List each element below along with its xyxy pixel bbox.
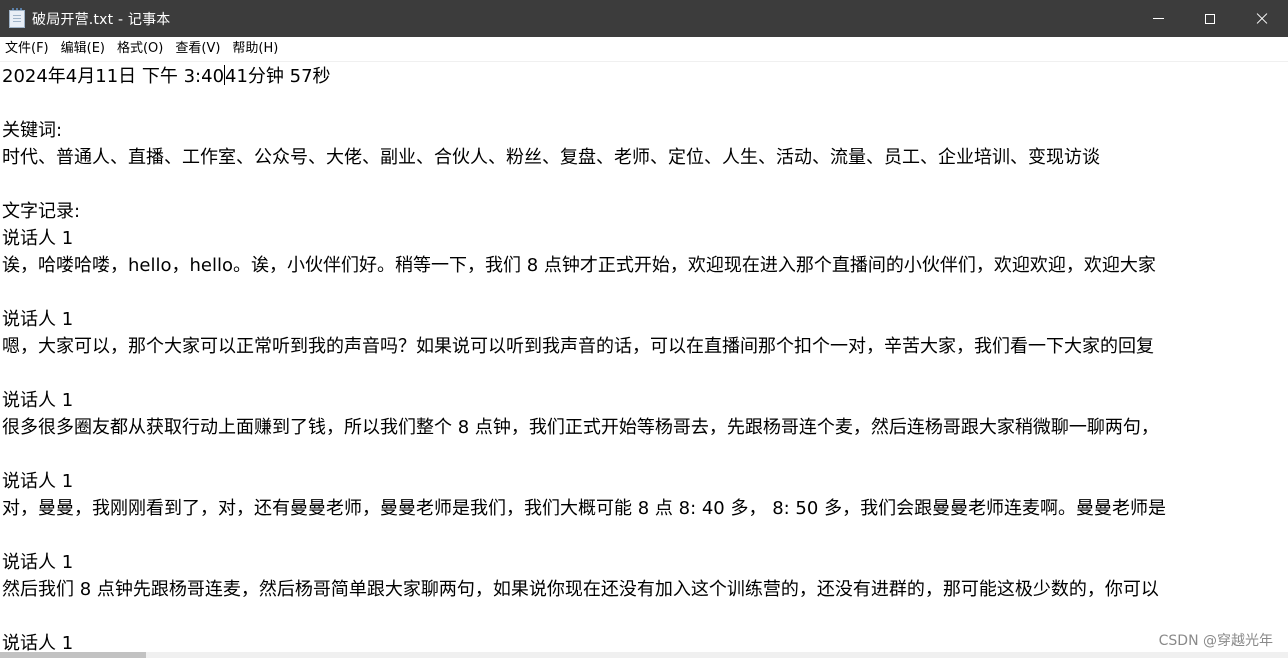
- close-icon: [1256, 13, 1268, 25]
- notepad-icon: [9, 7, 25, 28]
- menu-edit[interactable]: 编辑(E): [55, 37, 111, 61]
- horizontal-scrollbar[interactable]: [0, 652, 1288, 658]
- keywords-label: 关键词:: [2, 120, 63, 141]
- menu-view[interactable]: 查看(V): [169, 37, 226, 61]
- close-button[interactable]: [1236, 0, 1288, 37]
- window-title: 破局开营.txt - 记事本: [32, 11, 171, 28]
- duration-text: 41分钟 57秒: [225, 66, 331, 87]
- menu-file[interactable]: 文件(F): [0, 37, 55, 61]
- menu-bar: 文件(F) 编辑(E) 格式(O) 查看(V) 帮助(H): [0, 37, 1288, 62]
- keywords-list: 时代、普通人、直播、工作室、公众号、大佬、副业、合伙人、粉丝、复盘、老师、定位、…: [2, 147, 1100, 168]
- title-bar[interactable]: 破局开营.txt - 记事本: [0, 0, 1288, 37]
- speaker-label: 说话人 1: [2, 471, 74, 492]
- watermark: CSDN @穿越光年: [1158, 633, 1273, 649]
- menu-format[interactable]: 格式(O): [111, 37, 169, 61]
- speaker-label: 说话人 1: [2, 309, 74, 330]
- maximize-icon: [1205, 13, 1215, 24]
- text-editor[interactable]: 2024年4月11日 下午 3:4041分钟 57秒 关键词: 时代、普通人、直…: [0, 62, 1288, 652]
- transcript-text: 诶，哈喽哈喽，hello，hello。诶，小伙伴们好。稍等一下，我们 8 点钟才…: [2, 255, 1156, 276]
- speaker-label: 说话人 1: [2, 633, 74, 652]
- transcript-text: 很多很多圈友都从获取行动上面赚到了钱，所以我们整个 8 点钟，我们正式开始等杨哥…: [2, 417, 1159, 438]
- minimize-button[interactable]: [1132, 0, 1184, 37]
- speaker-label: 说话人 1: [2, 228, 74, 249]
- transcript-text: 对，曼曼，我刚刚看到了，对，还有曼曼老师，曼曼老师是我们，我们大概可能 8 点 …: [2, 498, 1167, 519]
- transcript-text: 然后我们 8 点钟先跟杨哥连麦，然后杨哥简单跟大家聊两句，如果说你现在还没有加入…: [2, 579, 1159, 600]
- window-controls: [1132, 0, 1288, 37]
- minimize-icon: [1152, 18, 1164, 19]
- transcript-text: 嗯，大家可以，那个大家可以正常听到我的声音吗？如果说可以听到我声音的话，可以在直…: [2, 336, 1154, 357]
- scrollbar-thumb[interactable]: [0, 652, 146, 658]
- maximize-button[interactable]: [1184, 0, 1236, 37]
- timestamp-text: 2024年4月11日 下午 3:40: [2, 66, 225, 87]
- speaker-label: 说话人 1: [2, 552, 74, 573]
- timestamp-line: 2024年4月11日 下午 3:4041分钟 57秒: [2, 63, 331, 90]
- speaker-label: 说话人 1: [2, 390, 74, 411]
- menu-help[interactable]: 帮助(H): [226, 37, 284, 61]
- transcript-label: 文字记录:: [2, 201, 81, 222]
